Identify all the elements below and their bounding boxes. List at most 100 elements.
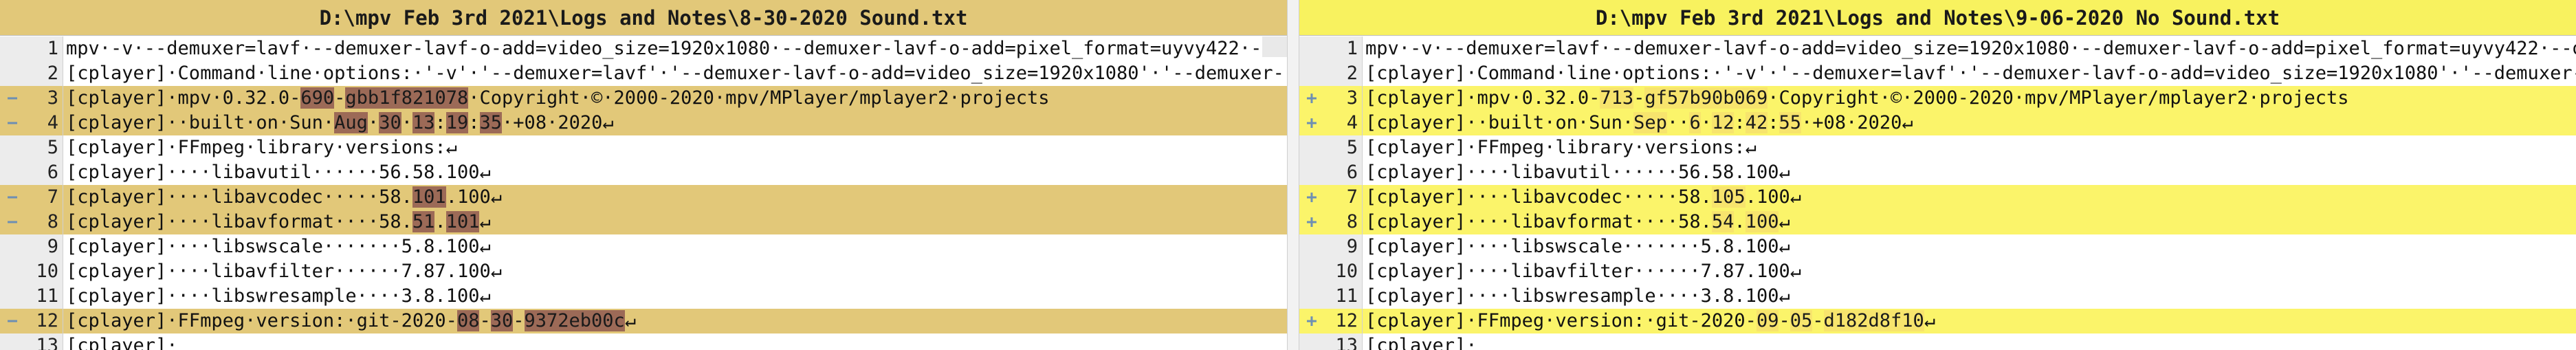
diff-line[interactable]: 2 [cplayer]·Command·line·options:·'-v'·'-… (0, 61, 1287, 86)
diff-line[interactable]: 13 [cplayer]· (0, 333, 1287, 350)
line-text[interactable]: [cplayer]·FFmpeg·library·versions:↵ (1365, 135, 1757, 160)
text-segment: ↵ (624, 310, 637, 331)
removed-marker-icon: − (7, 113, 18, 133)
diff-line[interactable]: −8 [cplayer]····libavformat····58.51.101↵ (0, 210, 1287, 234)
line-number: 1 (1346, 38, 1358, 59)
line-text[interactable]: [cplayer]· (66, 333, 178, 350)
diff-line[interactable]: 2 [cplayer]·Command·line·options:·'-v'·'-… (1299, 61, 2576, 86)
line-text[interactable]: [cplayer]····libavutil······56.58.100↵ (66, 160, 491, 185)
diff-line[interactable]: 10 [cplayer]····libavfilter······7.87.100… (1299, 259, 2576, 284)
diff-line[interactable]: 11 [cplayer]····libswresample····3.8.100↵ (1299, 284, 2576, 309)
diff-line[interactable]: 1 mpv·-v·--demuxer=lavf·--demuxer-lavf-o-… (0, 36, 1287, 61)
pane-divider[interactable] (1287, 0, 1299, 350)
line-text[interactable]: [cplayer]·mpv·0.32.0-713-gf57b90b069·Cop… (1365, 86, 2349, 111)
line-number: 7 (47, 186, 58, 208)
line-text[interactable]: mpv·-v·--demuxer=lavf·--demuxer-lavf-o-a… (66, 36, 1287, 61)
line-gutter: 10 (1299, 259, 1363, 284)
line-number: 13 (1335, 335, 1358, 350)
inline-diff-highlight: 12 (1711, 112, 1735, 133)
removed-marker-icon: − (7, 212, 18, 232)
line-text[interactable]: [cplayer]·FFmpeg·version:·git-2020-09-05… (1365, 309, 1935, 333)
line-text[interactable]: [cplayer]·FFmpeg·version:·git-2020-08-30… (66, 309, 636, 333)
diff-line[interactable]: 9 [cplayer]····libswscale·······5.8.100↵ (0, 234, 1287, 259)
diff-line[interactable]: 9 [cplayer]····libswscale·······5.8.100↵ (1299, 234, 2576, 259)
text-segment: [cplayer]····libswresample····3.8.100↵ (66, 285, 491, 307)
added-marker-icon: + (1306, 187, 1317, 208)
line-gutter: 6 (0, 160, 63, 185)
text-segment: - (479, 310, 491, 331)
text-segment: .100↵ (445, 186, 502, 208)
text-segment: [cplayer]····libavutil······56.58.100↵ (66, 162, 491, 183)
line-number: 10 (36, 261, 58, 282)
inline-diff-highlight: 690 (300, 87, 335, 109)
added-marker-icon: + (1306, 212, 1317, 232)
text-segment: - (334, 87, 346, 109)
line-text[interactable]: [cplayer]····libswscale·······5.8.100↵ (66, 234, 491, 259)
line-gutter: 13 (0, 333, 63, 350)
text-segment: [cplayer]··built·on·Sun· (1365, 112, 1634, 133)
inline-diff-highlight: 101 (445, 211, 480, 232)
inline-diff-highlight: 13 (412, 112, 435, 133)
line-gutter: −7 (0, 185, 63, 210)
text-segment: ↵ (1779, 211, 1790, 232)
diff-line[interactable]: −4 [cplayer]··built·on·Sun·Aug·30·13:19:3… (0, 111, 1287, 135)
line-text[interactable]: [cplayer]·mpv·0.32.0-690-gbb1f821078·Cop… (66, 86, 1050, 111)
inline-diff-highlight: gf57b90b069 (1644, 87, 1768, 109)
line-text[interactable]: [cplayer]·Command·line·options:·'-v'·'--… (1365, 61, 2576, 86)
diff-line[interactable]: 5 [cplayer]·FFmpeg·library·versions:↵ (1299, 135, 2576, 160)
left-scrollbar-top[interactable] (1262, 36, 1287, 57)
line-text[interactable]: [cplayer]··built·on·Sun·Sep··6·12:42:55·… (1365, 111, 1913, 135)
diff-line[interactable]: 13 [cplayer]· (1299, 333, 2576, 350)
diff-line[interactable]: 10 [cplayer]····libavfilter······7.87.100… (0, 259, 1287, 284)
right-line-list[interactable]: 1 mpv·-v·--demuxer=lavf·--demuxer-lavf-o-… (1299, 36, 2576, 350)
line-gutter: +4 (1299, 111, 1363, 135)
line-number: 7 (1346, 186, 1358, 208)
diff-line[interactable]: 1 mpv·-v·--demuxer=lavf·--demuxer-lavf-o-… (1299, 36, 2576, 61)
line-text[interactable]: [cplayer]·FFmpeg·library·versions:↵ (66, 135, 457, 160)
inline-diff-highlight: 9372eb00c (524, 310, 625, 331)
diff-line[interactable]: −3 [cplayer]·mpv·0.32.0-690-gbb1f821078·C… (0, 86, 1287, 111)
inline-diff-highlight: 51 (412, 211, 435, 232)
line-number: 8 (1346, 211, 1358, 232)
line-text[interactable]: [cplayer]····libavcodec·····58.101.100↵ (66, 185, 502, 210)
diff-line[interactable]: +12 [cplayer]·FFmpeg·version:·git-2020-09… (1299, 309, 2576, 333)
text-segment: - (1633, 87, 1645, 109)
left-line-list[interactable]: 1 mpv·-v·--demuxer=lavf·--demuxer-lavf-o-… (0, 36, 1287, 350)
left-diff-pane[interactable]: D:\mpv Feb 3rd 2021\Logs and Notes\8-30-… (0, 0, 1287, 350)
line-text[interactable]: [cplayer]··built·on·Sun·Aug·30·13:19:35·… (66, 111, 614, 135)
line-text[interactable]: [cplayer]····libswscale·······5.8.100↵ (1365, 234, 1790, 259)
diff-line[interactable]: −7 [cplayer]····libavcodec·····58.101.100… (0, 185, 1287, 210)
diff-line[interactable]: +7 [cplayer]····libavcodec·····58.105.100… (1299, 185, 2576, 210)
diff-line[interactable]: 6 [cplayer]····libavutil······56.58.100↵ (1299, 160, 2576, 185)
inline-diff-highlight: 35 (479, 112, 503, 133)
line-number: 10 (1335, 261, 1358, 282)
diff-line[interactable]: 11 [cplayer]····libswresample····3.8.100↵ (0, 284, 1287, 309)
diff-line[interactable]: +3 [cplayer]·mpv·0.32.0-713-gf57b90b069·C… (1299, 86, 2576, 111)
line-text[interactable]: [cplayer]····libavutil······56.58.100↵ (1365, 160, 1790, 185)
text-segment: ·· (1666, 112, 1690, 133)
text-segment: mpv·-v·--demuxer=lavf·--demuxer-lavf-o-a… (1365, 38, 2576, 59)
line-text[interactable]: [cplayer]····libavfilter······7.87.100↵ (1365, 259, 1801, 284)
line-text[interactable]: [cplayer]····libavfilter······7.87.100↵ (66, 259, 502, 284)
line-text[interactable]: [cplayer]····libavformat····58.51.101↵ (66, 210, 491, 234)
line-text[interactable]: [cplayer]· (1365, 333, 1477, 350)
diff-line[interactable]: −12 [cplayer]·FFmpeg·version:·git-2020-08… (0, 309, 1287, 333)
diff-line[interactable]: 6 [cplayer]····libavutil······56.58.100↵ (0, 160, 1287, 185)
text-segment: [cplayer]·Command·line·options:·'-v'·'--… (1365, 63, 2576, 84)
diff-line[interactable]: 5 [cplayer]·FFmpeg·library·versions:↵ (0, 135, 1287, 160)
line-text[interactable]: [cplayer]·Command·line·options:·'-v'·'--… (66, 61, 1284, 86)
diff-line[interactable]: +8 [cplayer]····libavformat····58.54.100↵ (1299, 210, 2576, 234)
text-segment: [cplayer]····libavcodec·····58. (66, 186, 412, 208)
right-diff-pane[interactable]: D:\mpv Feb 3rd 2021\Logs and Notes\9-06-… (1299, 0, 2576, 350)
line-text[interactable]: [cplayer]····libavformat····58.54.100↵ (1365, 210, 1790, 234)
diff-line[interactable]: +4 [cplayer]··built·on·Sun·Sep··6·12:42:5… (1299, 111, 2576, 135)
line-text[interactable]: [cplayer]····libavcodec·····58.105.100↵ (1365, 185, 1801, 210)
line-text[interactable]: [cplayer]····libswresample····3.8.100↵ (1365, 284, 1790, 309)
text-segment: [cplayer]····libswscale·······5.8.100↵ (66, 236, 491, 257)
inline-diff-highlight: Sep (1633, 112, 1667, 133)
line-number: 1 (47, 38, 58, 59)
line-text[interactable]: mpv·-v·--demuxer=lavf·--demuxer-lavf-o-a… (1365, 36, 2576, 61)
line-text[interactable]: [cplayer]····libswresample····3.8.100↵ (66, 284, 491, 309)
line-number: 5 (47, 137, 58, 158)
text-segment: ·Copyright·©·2000-2020·mpv/MPlayer/mplay… (468, 87, 1050, 109)
